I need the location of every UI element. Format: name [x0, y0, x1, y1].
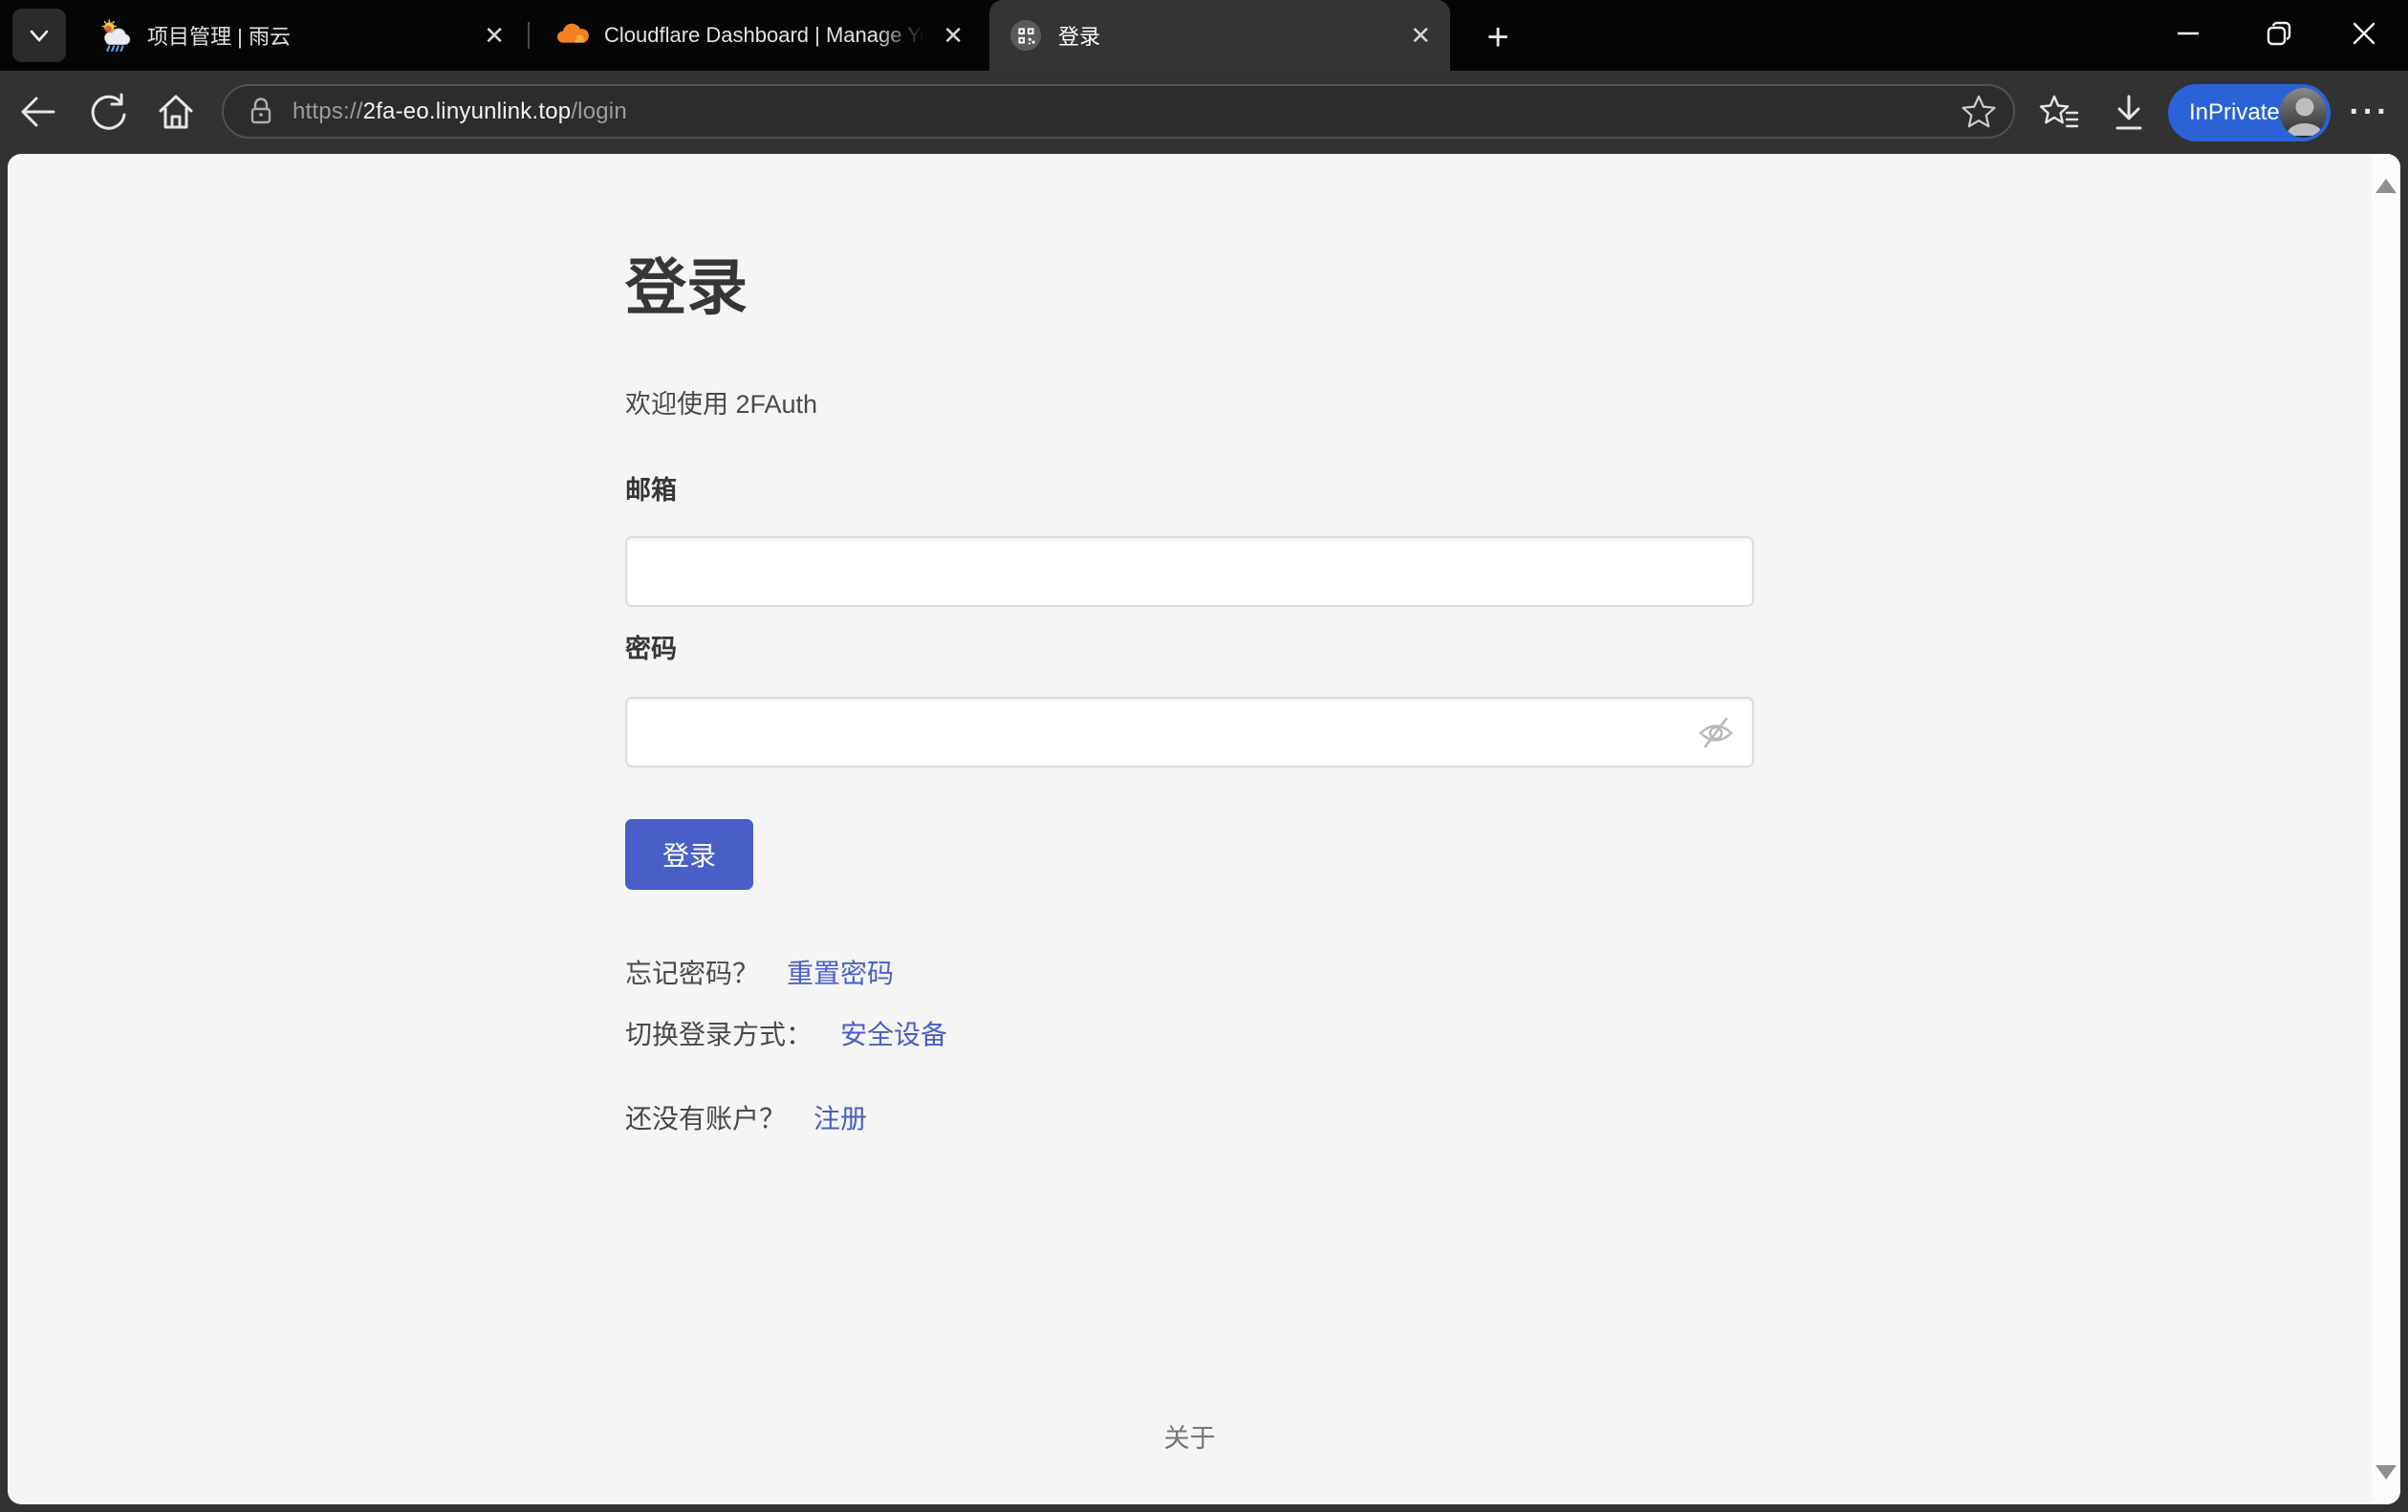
switch-method-text: 切换登录方式：: [625, 1020, 813, 1049]
password-field-wrap: [625, 697, 1754, 767]
browser-toolbar: https://2fa-eo.linyunlink.top/login InPr…: [0, 71, 2408, 154]
download-icon: [2107, 91, 2151, 135]
url-path: /login: [571, 98, 627, 124]
tab-title: Cloudflare Dashboard | Manage Yo: [604, 23, 935, 48]
qr-code-favicon: [1009, 18, 1043, 53]
page-footer: 关于: [8, 1417, 2372, 1455]
new-tab-button[interactable]: +: [1477, 16, 1519, 58]
window-restore-button[interactable]: [2241, 0, 2317, 67]
url-scheme: https://: [293, 98, 363, 124]
email-input[interactable]: [625, 536, 1754, 607]
address-bar[interactable]: https://2fa-eo.linyunlink.top/login: [222, 84, 2015, 139]
tab-separator: [528, 22, 530, 49]
downloads-button[interactable]: [2103, 87, 2155, 139]
login-page: 登录 欢迎使用 2FAuth 邮箱 密码 登录 忘记密码？ 重置密码: [8, 154, 2400, 1504]
scroll-up-arrow-icon[interactable]: [2375, 179, 2397, 193]
star-icon: [1960, 93, 1998, 131]
tab-login-active[interactable]: 登录 ✕: [989, 0, 1450, 71]
toggle-password-visibility-button[interactable]: [1697, 713, 1735, 751]
eye-slash-icon: [1697, 713, 1735, 751]
tab-title: 登录: [1058, 20, 1402, 51]
cloudflare-favicon: [554, 18, 589, 53]
close-icon: [2350, 19, 2378, 48]
forgot-password-row: 忘记密码？ 重置密码: [625, 953, 894, 991]
no-account-text: 还没有账户？: [625, 1104, 786, 1134]
browser-window: 项目管理 | 雨云 ✕ Cloudflare Dashboard | Manag…: [0, 0, 2408, 1512]
login-button[interactable]: 登录: [625, 819, 753, 890]
tab-close-icon[interactable]: ✕: [1402, 23, 1450, 48]
star-list-icon: [2037, 91, 2081, 135]
minimize-icon: [2174, 19, 2202, 48]
ellipsis-icon: ···: [2350, 106, 2391, 119]
inprivate-label: InPrivate: [2189, 99, 2280, 126]
plus-icon: +: [1486, 18, 1508, 56]
back-arrow-icon: [17, 91, 59, 133]
restore-icon: [2265, 19, 2293, 48]
chevron-down-icon: [23, 19, 55, 52]
about-link[interactable]: 关于: [1164, 1424, 1216, 1453]
email-label: 邮箱: [625, 469, 677, 507]
password-input[interactable]: [625, 697, 1754, 767]
url-text: https://2fa-eo.linyunlink.top/login: [293, 98, 1960, 125]
reload-button[interactable]: [83, 87, 133, 137]
reset-password-link[interactable]: 重置密码: [787, 959, 894, 988]
email-field-wrap: [625, 536, 1754, 607]
home-button[interactable]: [151, 87, 201, 137]
tab-close-icon[interactable]: ✕: [935, 23, 983, 48]
url-host: 2fa-eo.linyunlink.top: [363, 98, 572, 124]
tab-actions-menu-button[interactable]: [12, 9, 66, 62]
register-link[interactable]: 注册: [814, 1104, 867, 1134]
password-label: 密码: [625, 628, 677, 665]
lock-icon[interactable]: [243, 94, 279, 130]
favorites-button[interactable]: [2033, 87, 2085, 139]
settings-menu-button[interactable]: ···: [2344, 87, 2396, 139]
tab-rainyun[interactable]: 项目管理 | 雨云 ✕: [78, 0, 524, 71]
home-icon: [155, 91, 197, 133]
page-scrollbar[interactable]: [2372, 154, 2400, 1504]
window-minimize-button[interactable]: [2150, 0, 2226, 67]
tab-cloudflare[interactable]: Cloudflare Dashboard | Manage Yo ✕: [535, 0, 983, 71]
scroll-down-arrow-icon[interactable]: [2375, 1465, 2397, 1480]
tab-close-icon[interactable]: ✕: [476, 23, 524, 48]
tab-title: 项目管理 | 雨云: [147, 20, 476, 51]
register-row: 还没有账户？ 注册: [625, 1098, 867, 1136]
switch-method-row: 切换登录方式： 安全设备: [625, 1014, 947, 1052]
back-button[interactable]: [13, 87, 63, 137]
forgot-password-text: 忘记密码？: [625, 959, 759, 988]
content-frame: 登录 欢迎使用 2FAuth 邮箱 密码 登录 忘记密码？ 重置密码: [0, 151, 2408, 1512]
page-subtitle: 欢迎使用 2FAuth: [625, 383, 817, 421]
security-device-link[interactable]: 安全设备: [840, 1020, 947, 1049]
avatar: [2280, 88, 2327, 138]
page-title: 登录: [625, 249, 748, 326]
tab-strip: 项目管理 | 雨云 ✕ Cloudflare Dashboard | Manag…: [0, 0, 2408, 71]
weather-rain-favicon: [98, 18, 132, 53]
window-close-button[interactable]: [2326, 0, 2402, 67]
add-favorite-button[interactable]: [1960, 93, 1998, 131]
person-icon: [2280, 88, 2327, 138]
inprivate-profile-badge[interactable]: InPrivate: [2168, 84, 2331, 141]
reload-icon: [87, 91, 129, 133]
